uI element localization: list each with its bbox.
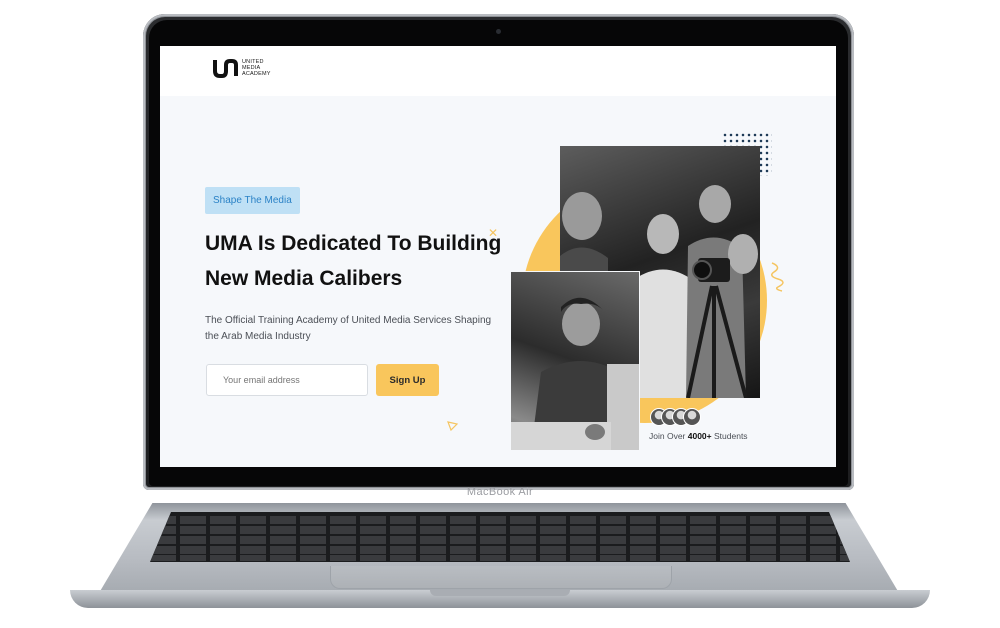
device-label: MacBook Air: [466, 486, 534, 498]
hero-headline-line-2: New Media Calibers: [205, 267, 403, 290]
triangle-outline-icon: [447, 421, 458, 432]
trackpad: [330, 566, 672, 589]
join-students-text: Join Over 4000+ Students: [649, 431, 748, 441]
x-sparkle-icon: ✕: [488, 226, 499, 240]
student-writing-photo: [511, 272, 639, 450]
hero-subtext: The Official Training Academy of United …: [205, 315, 492, 342]
squiggle-icon: [771, 262, 784, 292]
join-suffix: Students: [714, 431, 748, 441]
hero-headline: UMA Is Dedicated To Building New Media C…: [205, 226, 515, 296]
top-nav: UNITED MEDIA ACADEMY: [160, 46, 836, 96]
join-prefix: Join Over: [649, 431, 686, 441]
brand-wordmark: UNITED MEDIA ACADEMY: [242, 59, 271, 77]
hero-headline-line-1: UMA Is Dedicated To Building: [205, 232, 502, 255]
screen: UNITED MEDIA ACADEMY Shape The Media UMA…: [160, 46, 836, 467]
hero-tag: Shape The Media: [205, 187, 300, 214]
camera-icon: [496, 29, 501, 34]
email-input[interactable]: [206, 364, 368, 396]
student-avatars: [650, 408, 710, 428]
avatar: [683, 408, 701, 426]
laptop-notch: [430, 590, 570, 596]
student-count: 4000+: [687, 431, 712, 441]
sign-up-button[interactable]: Sign Up: [376, 364, 439, 396]
brand-line-3: ACADEMY: [242, 71, 271, 77]
uma-logo-icon[interactable]: [212, 57, 238, 79]
keyboard: [150, 512, 850, 562]
